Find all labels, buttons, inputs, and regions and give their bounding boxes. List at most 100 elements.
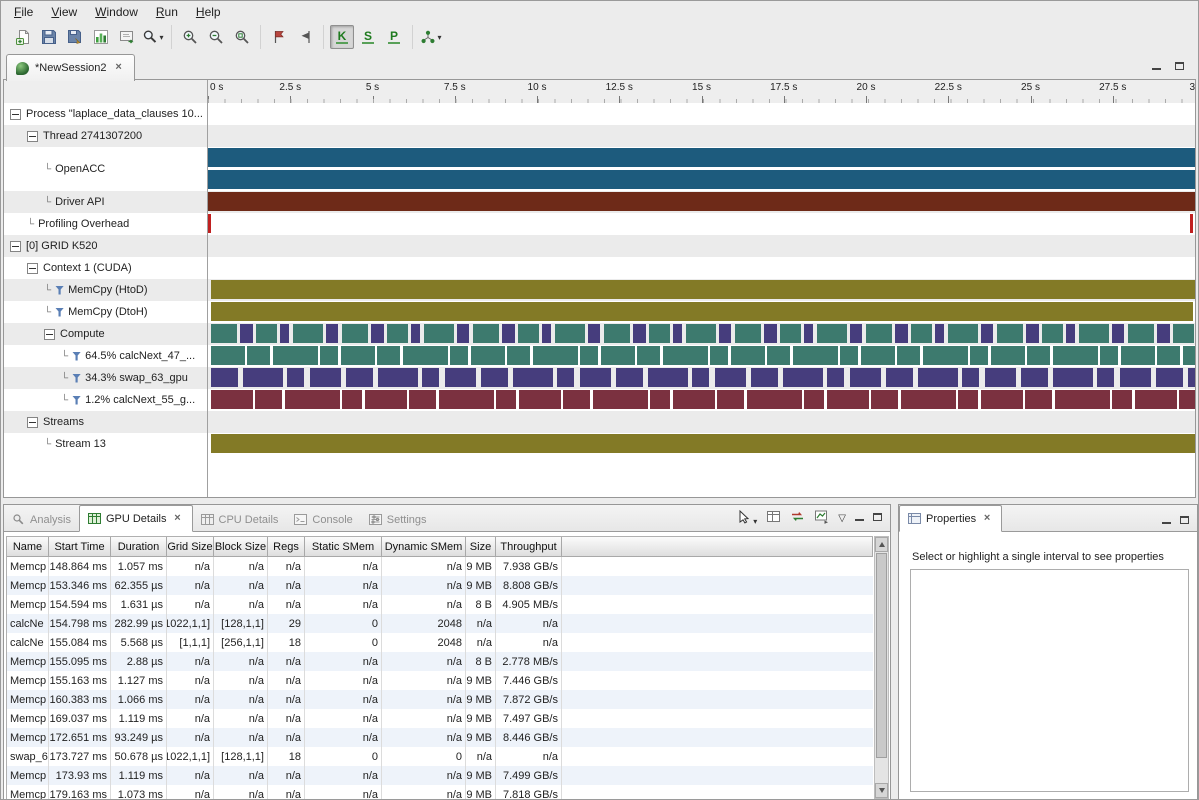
- tree-item-driver-api[interactable]: └Driver API: [4, 191, 208, 213]
- close-icon[interactable]: [981, 513, 993, 525]
- menu-run[interactable]: Run: [147, 3, 187, 21]
- next-marker-button[interactable]: [267, 25, 291, 49]
- table-row[interactable]: Memcp169.037 ms1.119 msn/an/an/an/an/a9 …: [7, 709, 873, 728]
- menu-help[interactable]: Help: [187, 3, 230, 21]
- table-row[interactable]: calcNe154.798 ms282.99 µs1022,1,1][128,1…: [7, 614, 873, 633]
- save-as-button[interactable]: [63, 25, 87, 49]
- column-header-start-time[interactable]: Start Time: [49, 537, 111, 557]
- filter-funnel-icon[interactable]: [72, 352, 81, 361]
- table-row[interactable]: Memcp155.163 ms1.127 msn/an/an/an/an/a9 …: [7, 671, 873, 690]
- table-row[interactable]: Memcp153.346 ms62.355 µsn/an/an/an/an/a9…: [7, 576, 873, 595]
- scroll-down-button[interactable]: [875, 783, 888, 798]
- scroll-thumb[interactable]: [876, 553, 887, 758]
- minimize-button[interactable]: [1162, 515, 1171, 527]
- menu-view[interactable]: View: [42, 3, 86, 21]
- export-button[interactable]: [115, 25, 139, 49]
- column-header-name[interactable]: Name: [7, 537, 49, 557]
- collapse-toggle[interactable]: [44, 329, 55, 340]
- filter-funnel-icon[interactable]: [55, 286, 64, 295]
- kernel-toggle-button[interactable]: K: [330, 25, 354, 49]
- table-row[interactable]: Memcp179.163 ms1.073 msn/an/an/an/an/a9 …: [7, 785, 873, 800]
- export-img-button[interactable]: [814, 509, 829, 527]
- tab-console[interactable]: Console: [286, 507, 360, 532]
- prev-marker-button[interactable]: [293, 25, 317, 49]
- tree-item-process-laplace-data-clauses-10[interactable]: Process "laplace_data_clauses 10...: [4, 103, 208, 125]
- save-button[interactable]: [37, 25, 61, 49]
- timeline-interval[interactable]: [211, 302, 1193, 321]
- zoom-fit-button[interactable]: [230, 25, 254, 49]
- collapse-toggle[interactable]: [27, 131, 38, 142]
- menu-window[interactable]: Window: [86, 3, 147, 21]
- analyze-menu-button[interactable]: ▾: [141, 25, 165, 49]
- timeline-interval[interactable]: [208, 148, 1195, 167]
- tree-item-1-2-calcnext-55-g[interactable]: └1.2% calcNext_55_g...: [4, 389, 208, 411]
- timeline-interval[interactable]: [1190, 214, 1193, 233]
- table-row[interactable]: Memcp148.864 ms1.057 msn/an/an/an/an/a9 …: [7, 557, 873, 576]
- view-menu-button[interactable]: ▽: [838, 512, 846, 524]
- zoom-in-button[interactable]: [178, 25, 202, 49]
- column-header-dynamic-smem[interactable]: Dynamic SMem: [382, 537, 466, 557]
- table-row[interactable]: Memcp173.93 ms1.119 msn/an/an/an/an/a9 M…: [7, 766, 873, 785]
- collapse-toggle[interactable]: [10, 109, 21, 120]
- select-menu-button[interactable]: ▾: [737, 509, 757, 527]
- tab-session[interactable]: *NewSession2: [6, 54, 135, 81]
- filter-funnel-icon[interactable]: [72, 374, 81, 383]
- timeline-interval[interactable]: [211, 280, 1195, 299]
- timeline-interval[interactable]: [208, 214, 211, 233]
- table-scrollbar[interactable]: [874, 536, 889, 799]
- timeline-interval[interactable]: [211, 390, 1195, 409]
- tree-item-memcpy-htod[interactable]: └MemCpy (HtoD): [4, 279, 208, 301]
- close-icon[interactable]: [172, 513, 184, 525]
- collapse-toggle[interactable]: [27, 263, 38, 274]
- column-header-grid-size[interactable]: Grid Size: [167, 537, 214, 557]
- sync-button[interactable]: [790, 509, 805, 527]
- column-header-size[interactable]: Size: [466, 537, 496, 557]
- tab-settings[interactable]: Settings: [361, 507, 435, 532]
- table-row[interactable]: Memcp172.651 ms93.249 µsn/an/an/an/an/a9…: [7, 728, 873, 747]
- table-row[interactable]: Memcp160.383 ms1.066 msn/an/an/an/an/a9 …: [7, 690, 873, 709]
- menu-file[interactable]: File: [5, 3, 42, 21]
- zoom-out-button[interactable]: [204, 25, 228, 49]
- table-row[interactable]: swap_6173.727 ms50.678 µs1022,1,1][128,1…: [7, 747, 873, 766]
- timeline-interval[interactable]: [211, 434, 1195, 453]
- tree-item-profiling-overhead[interactable]: └Profiling Overhead: [4, 213, 208, 235]
- tree-item-context-1-cuda[interactable]: Context 1 (CUDA): [4, 257, 208, 279]
- collapse-toggle[interactable]: [27, 417, 38, 428]
- tab-cpu-details[interactable]: CPU Details: [193, 507, 287, 532]
- maximize-button[interactable]: [1175, 61, 1184, 73]
- minimize-button[interactable]: [1152, 61, 1161, 73]
- timeline-interval[interactable]: [208, 192, 1195, 211]
- filter-funnel-icon[interactable]: [55, 308, 64, 317]
- source-toggle-button[interactable]: S: [356, 25, 380, 49]
- column-header-static-smem[interactable]: Static SMem: [305, 537, 382, 557]
- column-header-block-size[interactable]: Block Size: [214, 537, 268, 557]
- close-icon[interactable]: [113, 62, 125, 74]
- column-header-regs[interactable]: Regs: [268, 537, 305, 557]
- tree-item-compute[interactable]: Compute: [4, 323, 208, 345]
- tree-item-openacc[interactable]: └OpenACC: [4, 147, 208, 191]
- tab-analysis[interactable]: Analysis: [4, 507, 79, 532]
- tab-gpu-details[interactable]: GPU Details: [79, 505, 193, 532]
- timeline-interval[interactable]: [208, 170, 1195, 189]
- table-row[interactable]: Memcp154.594 ms1.631 µsn/an/an/an/an/a8 …: [7, 595, 873, 614]
- timeline-interval[interactable]: [211, 368, 1195, 387]
- timeline-interval[interactable]: [211, 324, 1195, 343]
- timeline-ruler[interactable]: 0 s2.5 s5 s7.5 s10 s12.5 s15 s17.5 s20 s…: [208, 80, 1195, 103]
- tree-item-thread-2741307200[interactable]: Thread 2741307200: [4, 125, 208, 147]
- maximize-button[interactable]: [873, 512, 882, 524]
- tree-item-stream-13[interactable]: └Stream 13: [4, 433, 208, 455]
- show-chart-button[interactable]: [89, 25, 113, 49]
- table-row[interactable]: Memcp155.095 ms2.88 µsn/an/an/an/an/a8 B…: [7, 652, 873, 671]
- filter-funnel-icon[interactable]: [72, 396, 81, 405]
- table-row[interactable]: calcNe155.084 ms5.568 µs[1,1,1][256,1,1]…: [7, 633, 873, 652]
- minimize-button[interactable]: [855, 512, 864, 524]
- column-header-throughput[interactable]: Throughput: [496, 537, 562, 557]
- pc-toggle-button[interactable]: P: [382, 25, 406, 49]
- collapse-toggle[interactable]: [10, 241, 21, 252]
- new-session-button[interactable]: [11, 25, 35, 49]
- tab-properties[interactable]: Properties: [899, 505, 1002, 532]
- timeline-interval[interactable]: [211, 346, 1195, 365]
- tree-item-0-grid-k520[interactable]: [0] GRID K520: [4, 235, 208, 257]
- column-header-duration[interactable]: Duration: [111, 537, 167, 557]
- flow-menu-button[interactable]: ▾: [419, 25, 443, 49]
